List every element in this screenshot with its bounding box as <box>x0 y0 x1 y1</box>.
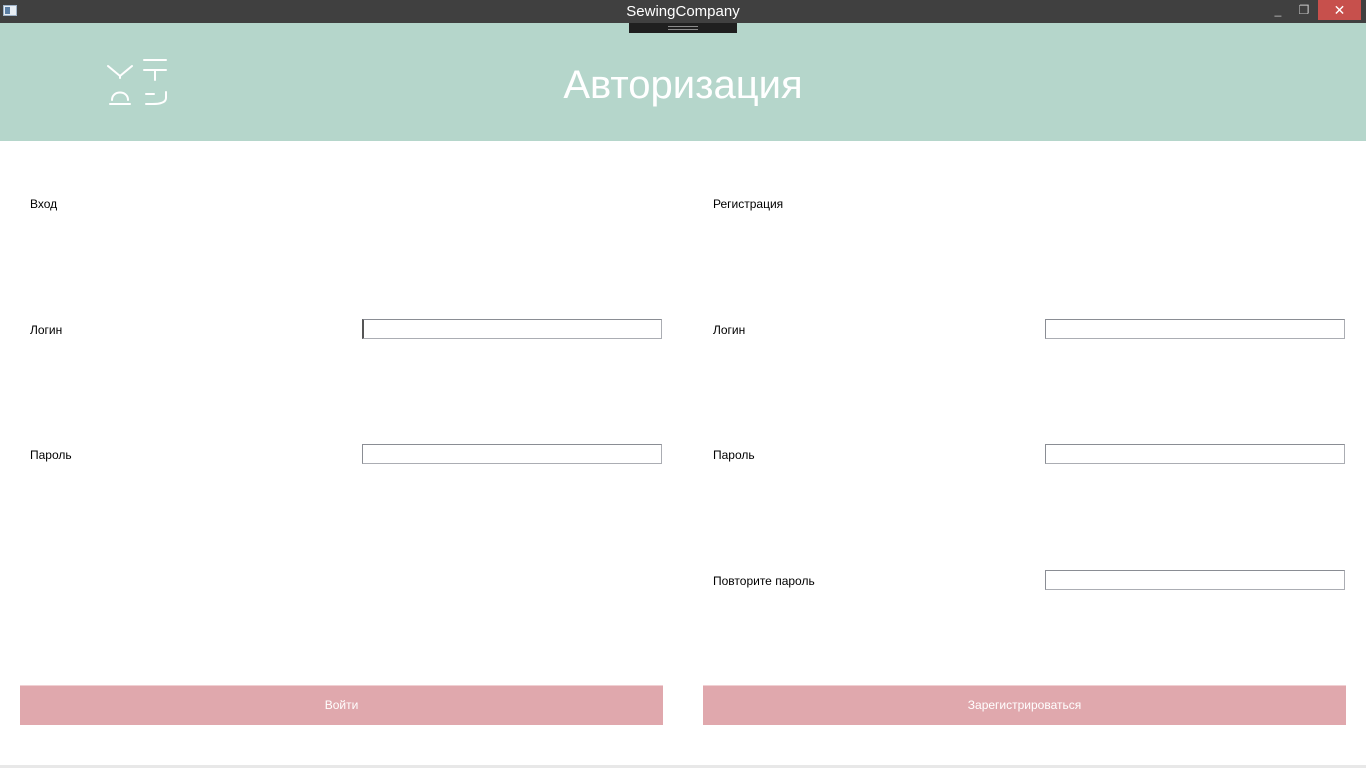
login-password-label: Пароль <box>30 448 72 462</box>
maximize-button[interactable]: ❐ <box>1292 0 1316 20</box>
page-title: Авторизация <box>563 63 803 107</box>
register-username-input[interactable] <box>1045 319 1345 339</box>
close-button[interactable]: ✕ <box>1318 0 1361 20</box>
register-section-title: Регистрация <box>713 197 784 211</box>
window-title: SewingCompany <box>626 3 740 20</box>
register-username-label: Логин <box>713 323 746 337</box>
register-repeat-password-input[interactable] <box>1045 570 1345 590</box>
register-repeat-password-label: Повторите пароль <box>713 574 815 588</box>
window-titlebar[interactable]: SewingCompany _ ❐ ✕ <box>0 0 1366 23</box>
login-username-label: Логин <box>30 323 63 337</box>
register-password-label: Пароль <box>713 448 755 462</box>
minimize-button[interactable]: _ <box>1266 0 1290 20</box>
login-button[interactable]: Войти <box>20 685 663 725</box>
register-password-input[interactable] <box>1045 444 1345 464</box>
drag-handle[interactable] <box>629 23 737 33</box>
login-password-input[interactable] <box>362 444 662 464</box>
register-button[interactable]: Зарегистрироваться <box>703 685 1346 725</box>
page-header: Авторизация <box>0 23 1366 141</box>
login-username-input[interactable] <box>362 319 662 339</box>
login-section-title: Вход <box>30 197 58 211</box>
